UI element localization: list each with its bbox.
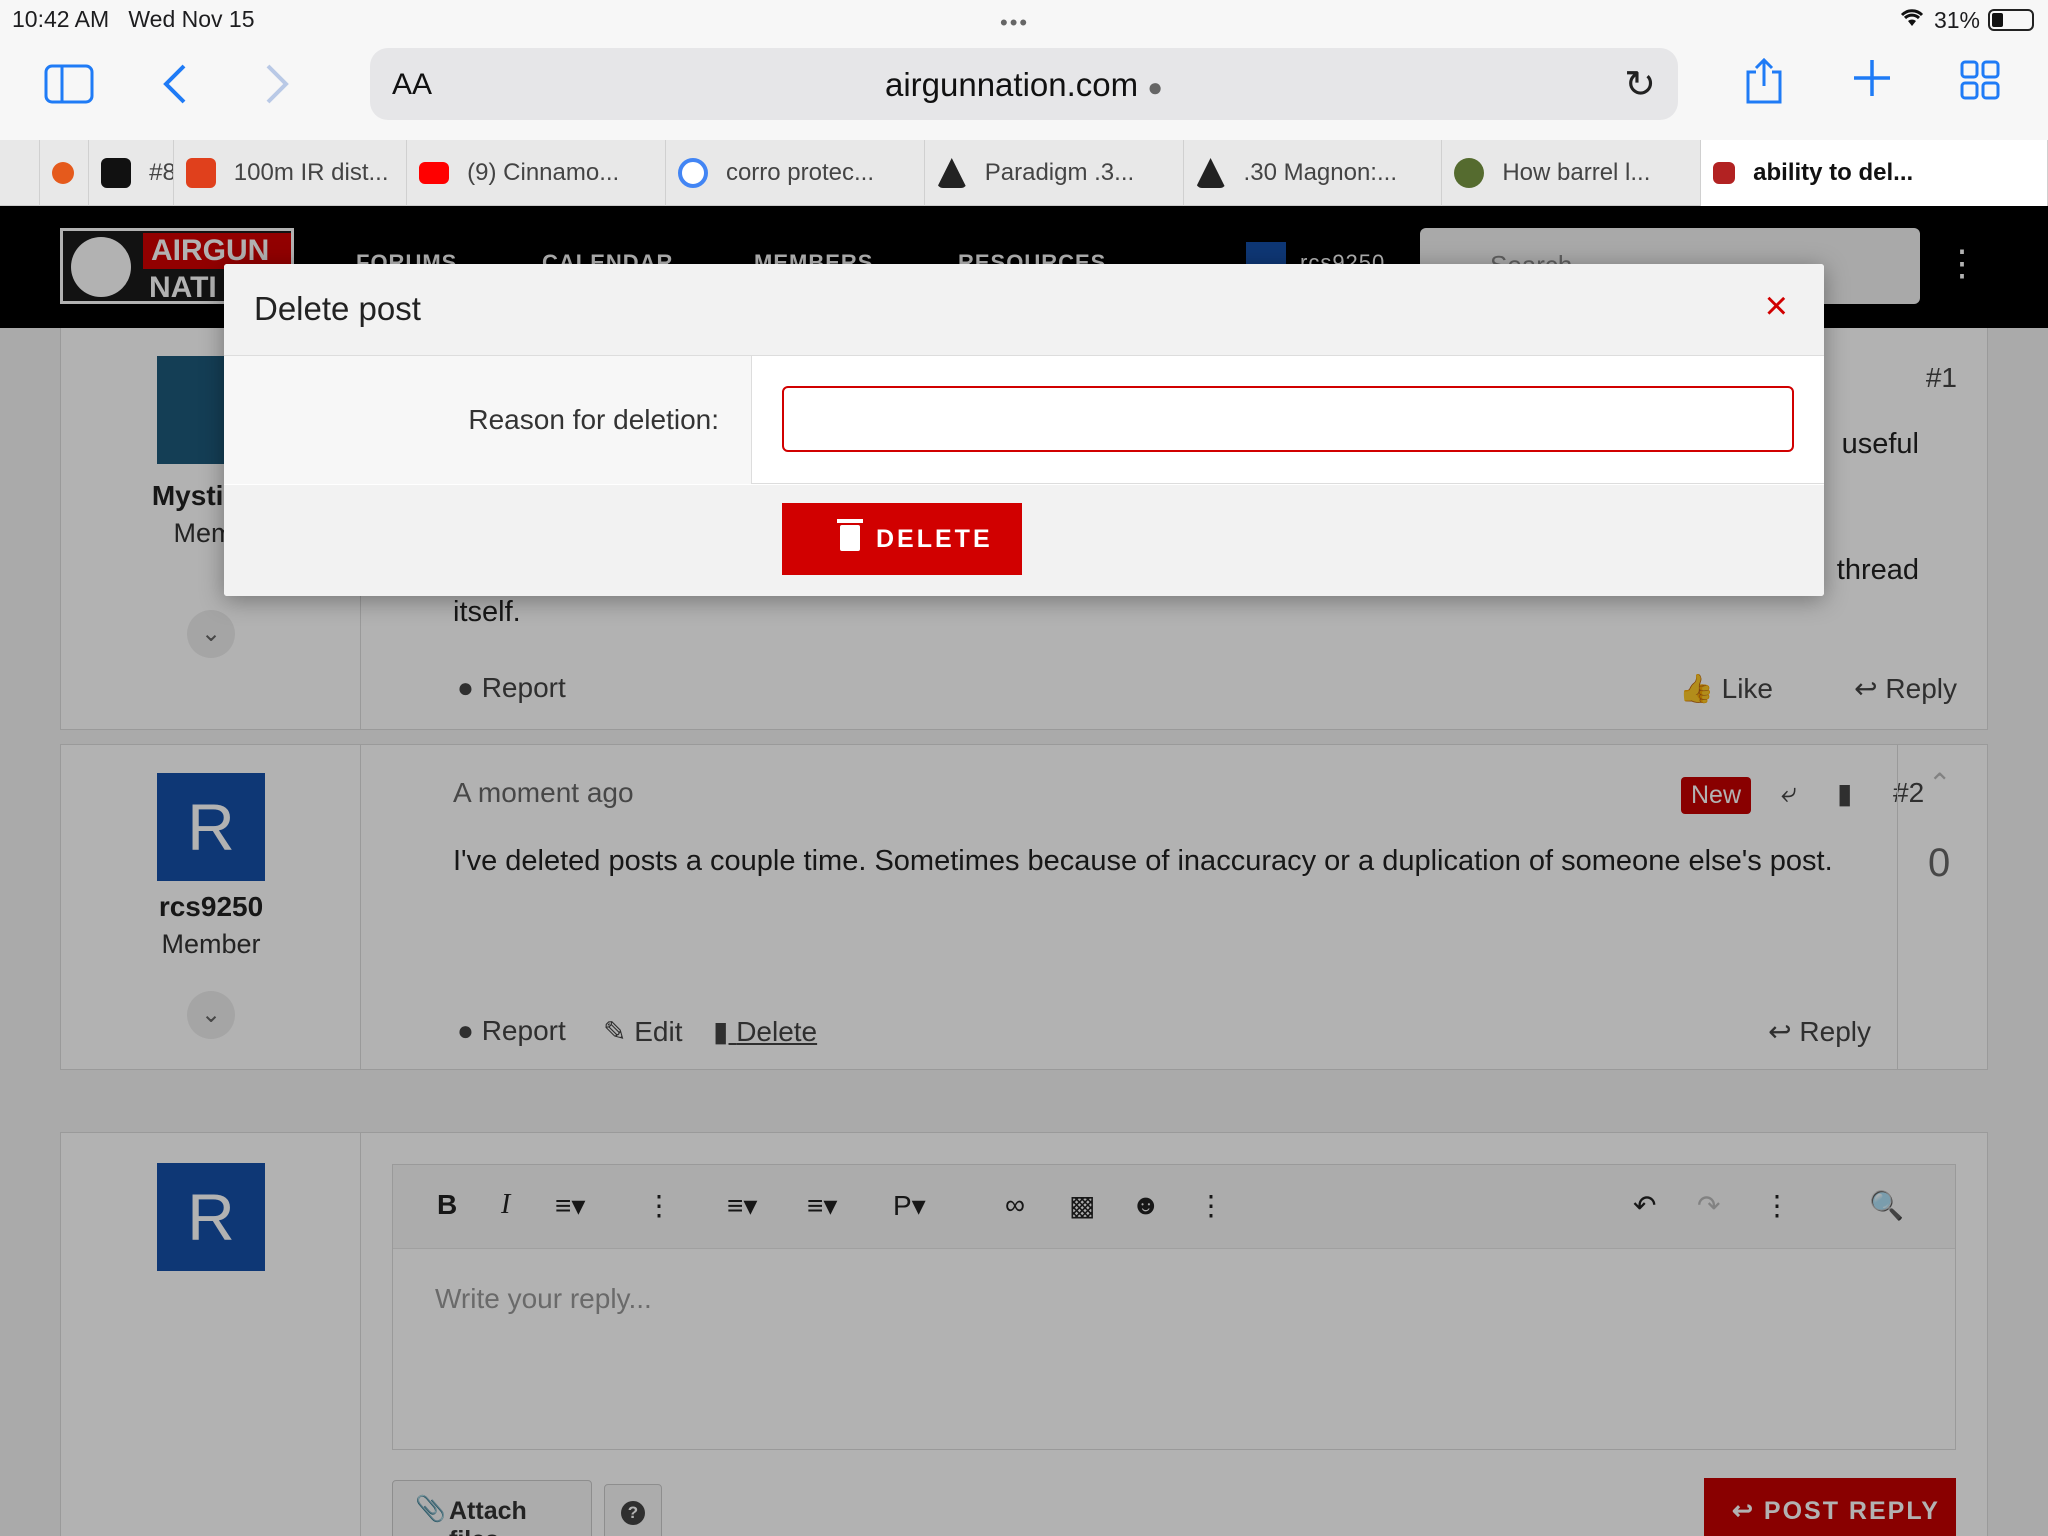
tab-favicon-icon	[51, 162, 74, 184]
address-bar[interactable]: AA airgunnation.com ● ↻	[370, 48, 1678, 120]
share-icon[interactable]	[1744, 56, 1784, 114]
battery-icon	[1988, 9, 2034, 31]
tab-3[interactable]: 100m IR dist...	[174, 140, 408, 206]
close-icon[interactable]: ×	[1765, 286, 1788, 326]
tab-7[interactable]: .30 Magnon:...	[1184, 140, 1443, 206]
tab-bar: #8 100m IR dist... (9) Cinnamo... corro …	[0, 140, 2048, 206]
reason-label-cell: Reason for deletion:	[224, 356, 752, 484]
wifi-icon	[1898, 6, 1926, 34]
lock-icon: ●	[1147, 72, 1164, 102]
reload-icon[interactable]: ↻	[1624, 62, 1656, 107]
tab-1[interactable]	[40, 140, 90, 206]
delete-button[interactable]: DELETE	[782, 503, 1022, 575]
tab-favicon-icon	[101, 158, 132, 188]
status-time: 10:42 AM Wed Nov 15	[12, 6, 255, 32]
tab-favicon-icon	[1454, 158, 1485, 188]
tab-favicon-icon	[936, 158, 967, 188]
status-bar: 10:42 AM Wed Nov 15 ••• 31%	[0, 0, 2048, 40]
battery-percent: 31%	[1933, 6, 1980, 33]
sidebar-icon[interactable]	[44, 64, 94, 112]
reason-label: Reason for deletion:	[468, 404, 719, 435]
google-icon	[677, 158, 708, 188]
browser-toolbar: AA airgunnation.com ● ↻	[0, 40, 2048, 140]
tab-active[interactable]: ability to del...	[1701, 140, 2048, 206]
multitasking-dots-icon[interactable]: •••	[1000, 10, 1029, 36]
tab-4[interactable]: (9) Cinnamo...	[407, 140, 666, 206]
tab-favicon-icon	[1195, 158, 1226, 188]
new-tab-icon[interactable]	[1852, 58, 1892, 106]
tab-5[interactable]: corro protec...	[666, 140, 925, 206]
reason-input[interactable]	[782, 386, 1794, 452]
tab-2[interactable]: #8	[89, 140, 174, 206]
delete-post-dialog: Delete post × Reason for deletion: DELET…	[224, 264, 1824, 596]
dialog-footer: DELETE	[224, 485, 1824, 596]
url-text[interactable]: airgunnation.com ●	[370, 66, 1678, 104]
tab-8[interactable]: How barrel l...	[1442, 140, 1702, 206]
reason-row: Reason for deletion:	[224, 356, 1824, 484]
tab-0	[0, 140, 40, 206]
tab-favicon-icon	[185, 158, 216, 188]
dialog-title: Delete post	[254, 290, 421, 327]
trash-icon	[837, 519, 863, 551]
tab-favicon-icon	[1713, 162, 1736, 184]
back-icon[interactable]	[160, 62, 190, 114]
youtube-icon	[419, 162, 450, 184]
dialog-header: Delete post ×	[224, 264, 1824, 356]
tab-overview-icon[interactable]	[1960, 60, 2000, 108]
status-right: 31%	[1898, 6, 2034, 34]
forward-icon[interactable]	[262, 62, 292, 114]
tab-6[interactable]: Paradigm .3...	[925, 140, 1184, 206]
